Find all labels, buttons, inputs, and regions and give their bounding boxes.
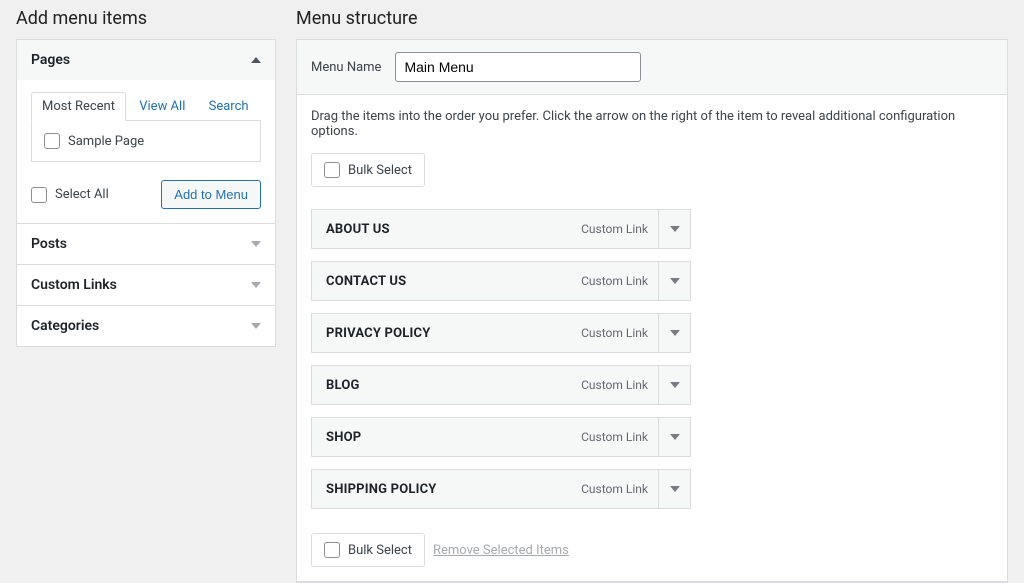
menu-item-title: CONTACT US [312, 274, 581, 289]
page-item-sample[interactable]: Sample Page [44, 133, 248, 149]
chevron-down-icon [670, 226, 680, 232]
accordion-pages[interactable]: Pages Most Recent View All Search Sample… [17, 40, 275, 223]
chevron-down-icon [670, 486, 680, 492]
accordion-label: Custom Links [31, 277, 117, 293]
chevron-down-icon [670, 278, 680, 284]
bulk-select-label: Bulk Select [348, 543, 412, 558]
chevron-up-icon [251, 57, 261, 63]
menu-item-type: Custom Link [581, 222, 658, 236]
chevron-down-icon [670, 330, 680, 336]
chevron-down-icon [251, 282, 261, 288]
menu-item-type: Custom Link [581, 430, 658, 444]
menu-item-title: SHIPPING POLICY [312, 482, 581, 497]
chevron-down-icon [670, 382, 680, 388]
menu-item-toggle[interactable] [658, 418, 690, 456]
menu-item-toggle[interactable] [658, 262, 690, 300]
menu-item-type: Custom Link [581, 326, 658, 340]
menu-item-title: ABOUT US [312, 222, 581, 237]
menu-structure-title: Menu structure [296, 8, 1008, 29]
menu-name-input[interactable] [395, 52, 641, 82]
bulk-select-bottom[interactable]: Bulk Select [311, 533, 425, 567]
menu-item-toggle[interactable] [658, 210, 690, 248]
menu-hint: Drag the items into the order you prefer… [311, 109, 993, 139]
add-to-menu-button[interactable]: Add to Menu [161, 180, 261, 209]
select-all-row[interactable]: Select All [31, 187, 109, 203]
menu-item-type: Custom Link [581, 274, 658, 288]
menu-item[interactable]: CONTACT US Custom Link [311, 261, 691, 301]
menu-panel: Menu Name Drag the items into the order … [296, 39, 1008, 583]
menu-header: Menu Name [297, 40, 1007, 95]
accordion-custom-links[interactable]: Custom Links [17, 264, 275, 305]
menu-item[interactable]: ABOUT US Custom Link [311, 209, 691, 249]
menu-item-title: SHOP [312, 430, 581, 445]
bulk-select-label: Bulk Select [348, 163, 412, 178]
add-menu-items-title: Add menu items [16, 8, 276, 29]
tab-most-recent[interactable]: Most Recent [31, 92, 126, 121]
menu-name-label: Menu Name [311, 60, 381, 75]
menu-item[interactable]: SHOP Custom Link [311, 417, 691, 457]
tab-search[interactable]: Search [199, 93, 259, 120]
accordion-label: Pages [31, 52, 70, 68]
menu-item-toggle[interactable] [658, 314, 690, 352]
accordion-posts[interactable]: Posts [17, 223, 275, 264]
menu-item-title: PRIVACY POLICY [312, 326, 581, 341]
bulk-select-checkbox[interactable] [324, 542, 340, 558]
menu-item-toggle[interactable] [658, 470, 690, 508]
accordion-label: Posts [31, 236, 67, 252]
chevron-down-icon [670, 434, 680, 440]
accordion-categories[interactable]: Categories [17, 305, 275, 346]
remove-selected-link[interactable]: Remove Selected Items [433, 543, 569, 558]
pages-tabs: Most Recent View All Search [31, 92, 261, 121]
menu-item-type: Custom Link [581, 482, 658, 496]
menu-items-list: ABOUT US Custom Link CONTACT US Custom L… [311, 209, 691, 509]
menu-item[interactable]: PRIVACY POLICY Custom Link [311, 313, 691, 353]
accordion-label: Categories [31, 318, 99, 334]
bulk-select-top[interactable]: Bulk Select [311, 153, 425, 187]
chevron-down-icon [251, 241, 261, 247]
menu-item[interactable]: SHIPPING POLICY Custom Link [311, 469, 691, 509]
select-all-label: Select All [55, 187, 109, 202]
add-items-accordion: Pages Most Recent View All Search Sample… [16, 39, 276, 347]
tab-view-all[interactable]: View All [129, 93, 195, 120]
page-checkbox[interactable] [44, 133, 60, 149]
menu-item-title: BLOG [312, 378, 581, 393]
menu-item[interactable]: BLOG Custom Link [311, 365, 691, 405]
accordion-body: Most Recent View All Search Sample Page [17, 80, 275, 223]
chevron-down-icon [251, 323, 261, 329]
menu-item-toggle[interactable] [658, 366, 690, 404]
page-label: Sample Page [68, 134, 144, 149]
menu-item-type: Custom Link [581, 378, 658, 392]
bulk-select-checkbox[interactable] [324, 162, 340, 178]
select-all-checkbox[interactable] [31, 187, 47, 203]
